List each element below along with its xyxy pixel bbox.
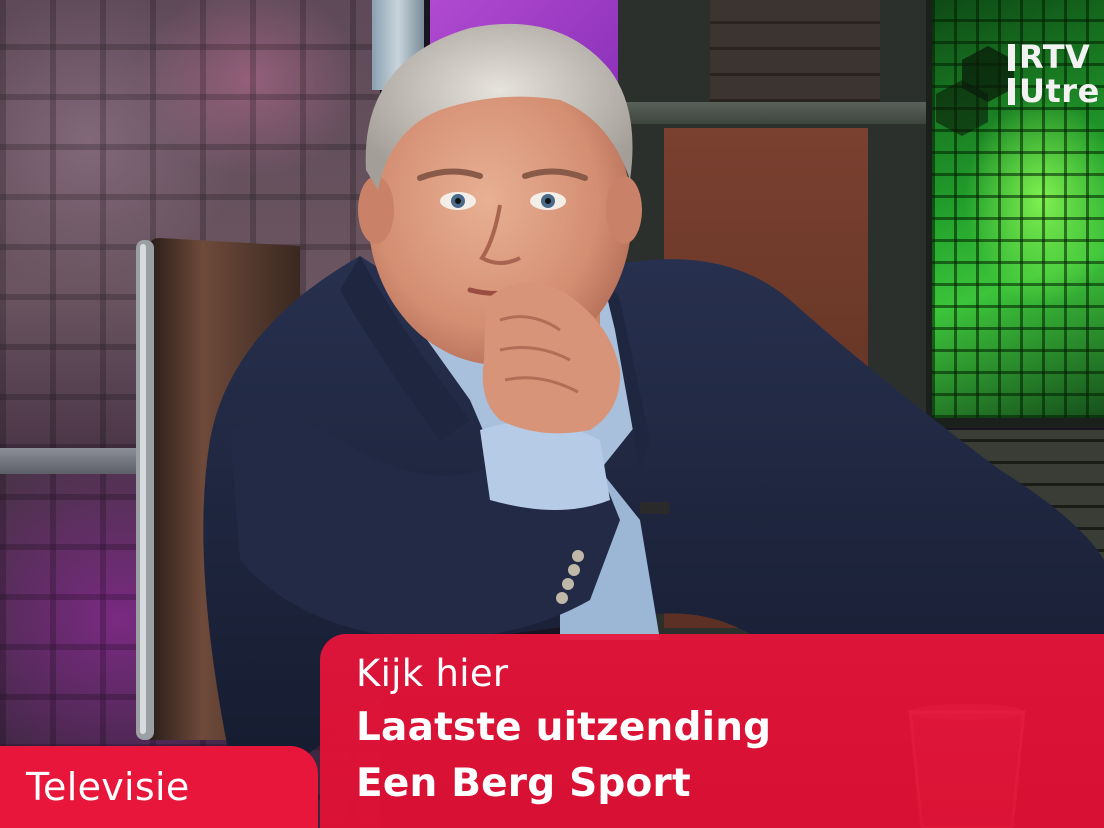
caption-latest-broadcast: Laatste uitzending bbox=[356, 705, 772, 750]
broadcast-caption[interactable]: Kijk hier Laatste uitzending Een Berg Sp… bbox=[320, 634, 1104, 828]
category-label: Televisie bbox=[26, 765, 190, 809]
caption-program-title: Een Berg Sport bbox=[356, 761, 691, 806]
category-badge[interactable]: Televisie bbox=[0, 746, 318, 828]
caption-watch-here: Kijk hier bbox=[356, 652, 509, 695]
studio-photo: RTV Utre Kijk hier Laatste uitzending Ee… bbox=[0, 0, 1104, 828]
